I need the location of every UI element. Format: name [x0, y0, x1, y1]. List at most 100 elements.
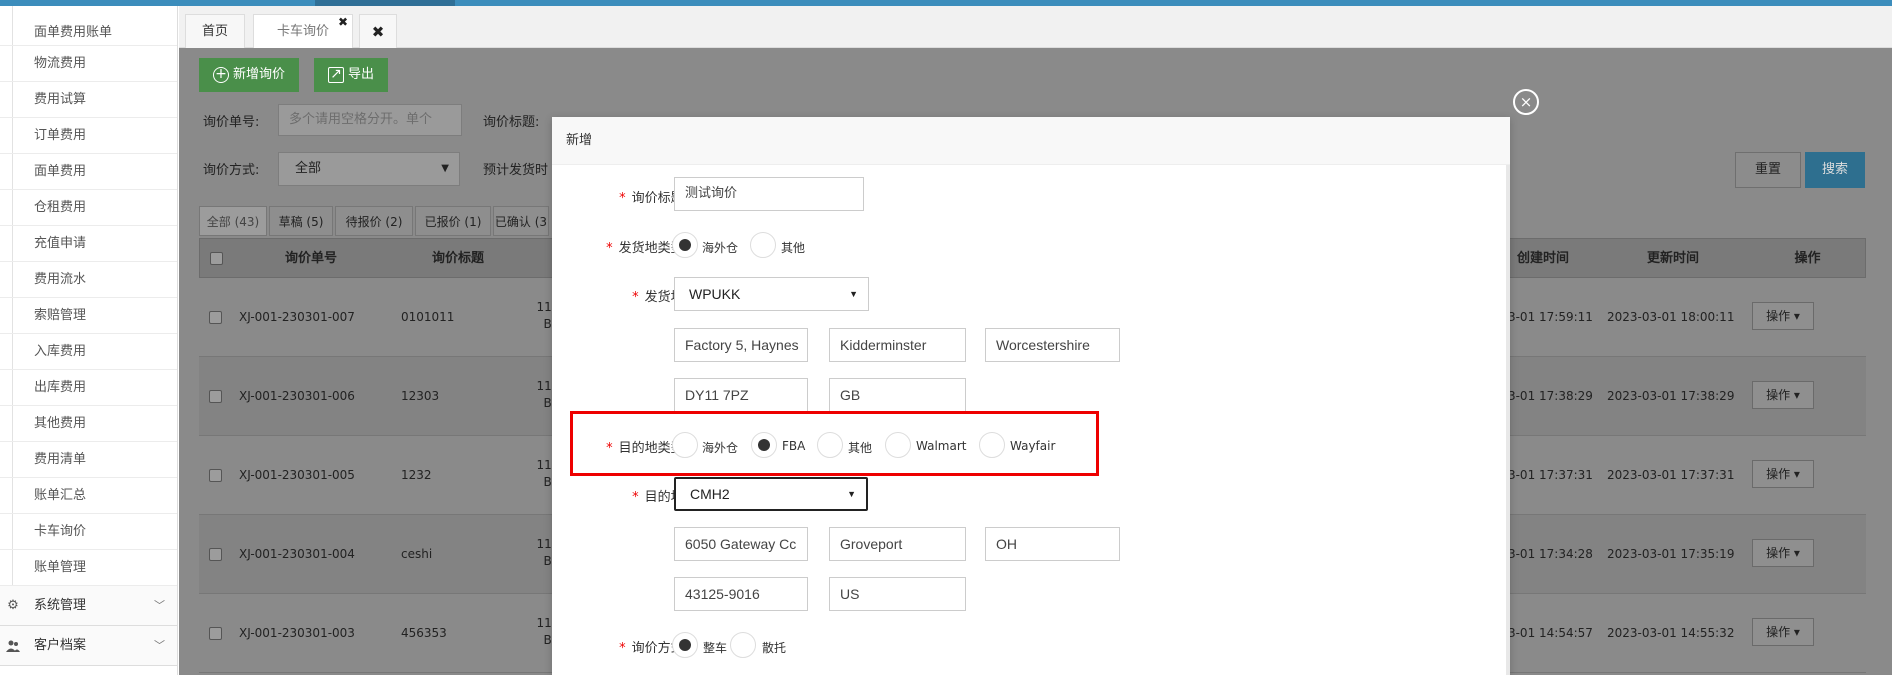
origin-address-postcode[interactable]: DY11 7PZ	[674, 378, 808, 412]
sidebar-item[interactable]: 入库费用	[0, 334, 177, 370]
close-icon[interactable]: ✖	[338, 5, 348, 39]
sidebar-group-customer[interactable]: 客户档案 ﹀	[0, 626, 177, 666]
sidebar-item[interactable]: 订单费用	[0, 118, 177, 154]
dest-address-state[interactable]: OH	[985, 527, 1120, 561]
row-action-button[interactable]: 操作 ▾	[1752, 302, 1814, 330]
sidebar-item[interactable]: 账单管理	[0, 550, 177, 586]
origin-address-country[interactable]: GB	[829, 378, 966, 412]
caret-down-icon: ▼	[849, 289, 858, 299]
status-tab-quoted[interactable]: 已报价 (1)	[415, 206, 491, 236]
sidebar-item[interactable]: 面单费用	[0, 154, 177, 190]
dest-address-country[interactable]: US	[829, 577, 966, 611]
cell-created: -03-01 17:37:31	[1496, 468, 1593, 482]
origin-value: WPUKK	[689, 286, 741, 302]
action-label: 操作	[1766, 467, 1791, 481]
modal-close-button[interactable]: ×	[1513, 89, 1539, 115]
origin-type-radio-other[interactable]	[750, 232, 776, 258]
dest-address-postcode[interactable]: 43125-9016	[674, 577, 808, 611]
origin-address-city[interactable]: Kidderminster	[829, 328, 966, 362]
inquiry-title-input[interactable]: 测试询价	[674, 177, 864, 211]
status-tab-draft[interactable]: 草稿 (5)	[269, 206, 333, 236]
sidebar-item[interactable]: 费用清单	[0, 442, 177, 478]
method-radio-pallet[interactable]	[730, 632, 756, 658]
method-option-label: 整车	[703, 641, 728, 655]
sidebar-group-system[interactable]: ⚙ 系统管理 ﹀	[0, 586, 177, 626]
close-all-tabs-button[interactable]: ✖	[359, 14, 397, 48]
cell-created: -03-01 17:38:29	[1496, 389, 1593, 403]
row-checkbox[interactable]	[209, 311, 222, 324]
method-radio-full-truck[interactable]	[672, 632, 698, 658]
inquiry-title-filter-label: 询价标题:	[483, 115, 540, 130]
cell-updated: 2023-03-01 17:37:31	[1607, 468, 1735, 482]
sidebar-item[interactable]: 账单汇总	[0, 478, 177, 514]
cell-no: XJ-001-230301-004	[239, 547, 355, 561]
cell-updated: 2023-03-01 18:00:11	[1607, 310, 1735, 324]
inquiry-method-value: 全部	[295, 161, 322, 176]
inquiry-method-filter-label: 询价方式:	[203, 163, 260, 178]
row-checkbox[interactable]	[209, 627, 222, 640]
sidebar-item[interactable]: 费用试算	[0, 82, 177, 118]
sidebar-item-truck-inquiry[interactable]: 卡车询价	[0, 514, 177, 550]
sidebar-item[interactable]: 仓租费用	[0, 190, 177, 226]
inquiry-no-input[interactable]: 多个请用空格分开。单个	[278, 104, 462, 136]
origin-select[interactable]: WPUKK ▼	[674, 277, 869, 311]
origin-address-state[interactable]: Worcestershire	[985, 328, 1120, 362]
row-action-button[interactable]: 操作 ▾	[1752, 618, 1814, 646]
select-all-checkbox[interactable]	[210, 252, 223, 265]
tab-truck-inquiry[interactable]: 卡车询价 ✖	[253, 14, 353, 48]
cell-created: -03-01 14:54:57	[1496, 626, 1593, 640]
ship-time-filter-label: 预计发货时	[483, 163, 549, 178]
caret-down-icon: ▾	[1793, 546, 1800, 560]
add-inquiry-label: 新增询价	[233, 67, 286, 82]
origin-type-option-label: 其他	[781, 241, 806, 255]
tab-bar: 首页 卡车询价 ✖ ✖	[179, 6, 1892, 48]
required-mark: *	[606, 241, 613, 256]
search-button[interactable]: 搜索	[1805, 152, 1865, 188]
dialog-scrollbar[interactable]	[1506, 165, 1510, 675]
dest-address-street[interactable]: 6050 Gateway Cc	[674, 527, 808, 561]
highlight-box	[570, 411, 1099, 476]
dest-label: * 目的地:	[580, 486, 688, 505]
origin-label: * 发货地:	[580, 286, 688, 305]
dest-select[interactable]: CMH2 ▼	[674, 477, 868, 511]
header-action: 操作	[1794, 251, 1821, 266]
required-mark: *	[632, 290, 639, 305]
cell-title: 12303	[401, 389, 440, 403]
origin-type-radio-overseas[interactable]	[672, 232, 698, 258]
row-action-button[interactable]: 操作 ▾	[1752, 539, 1814, 567]
sidebar-item[interactable]: 物流费用	[0, 46, 177, 82]
cell-title: 0101011	[401, 310, 455, 324]
sidebar-item[interactable]: 索赔管理	[0, 298, 177, 334]
status-tab-confirmed[interactable]: 已确认 (3	[493, 206, 549, 236]
status-tab-all[interactable]: 全部 (43)	[199, 206, 267, 236]
sidebar-item[interactable]: 面单费用账单	[0, 6, 177, 46]
required-mark: *	[632, 490, 639, 505]
origin-address-street[interactable]: Factory 5, Haynes	[674, 328, 808, 362]
row-checkbox[interactable]	[209, 390, 222, 403]
status-tab-pending[interactable]: 待报价 (2)	[335, 206, 413, 236]
tab-home[interactable]: 首页	[185, 14, 245, 48]
caret-down-icon: ▼	[441, 163, 449, 174]
sidebar-item[interactable]: 费用流水	[0, 262, 177, 298]
row-checkbox[interactable]	[209, 548, 222, 561]
dest-address-city[interactable]: Groveport	[829, 527, 966, 561]
caret-down-icon: ▾	[1793, 467, 1800, 481]
cell-no: XJ-001-230301-007	[239, 310, 355, 324]
inquiry-title-label: * 询价标题:	[580, 187, 688, 206]
row-action-button[interactable]: 操作 ▾	[1752, 460, 1814, 488]
sidebar-item[interactable]: 其他费用	[0, 406, 177, 442]
action-label: 操作	[1766, 309, 1791, 323]
export-button[interactable]: ↗ 导出	[314, 58, 389, 92]
cell-updated: 2023-03-01 17:35:19	[1607, 547, 1735, 561]
add-inquiry-button[interactable]: + 新增询价	[199, 58, 300, 92]
reset-button[interactable]: 重置	[1735, 152, 1801, 188]
tab-label: 卡车询价	[276, 24, 329, 39]
dialog-title: 新增	[552, 117, 1510, 165]
row-action-button[interactable]: 操作 ▾	[1752, 381, 1814, 409]
cell-no: XJ-001-230301-003	[239, 626, 355, 640]
required-mark: *	[619, 641, 626, 656]
sidebar-item[interactable]: 充值申请	[0, 226, 177, 262]
row-checkbox[interactable]	[209, 469, 222, 482]
sidebar-item[interactable]: 出库费用	[0, 370, 177, 406]
inquiry-method-select[interactable]: 全部 ▼	[278, 152, 460, 186]
